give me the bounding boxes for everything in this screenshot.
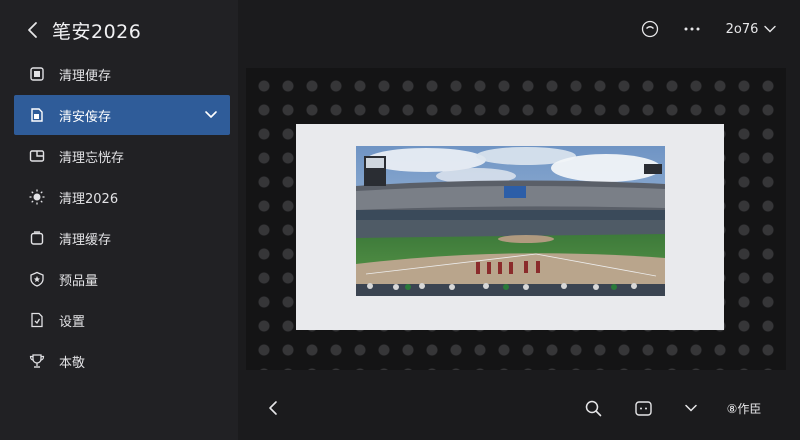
sidebar: 笔安2026 清理便存 清安侫存 清理忘恍存 清理2026 清理缓存 预品量 设… bbox=[0, 0, 238, 440]
search-icon bbox=[585, 400, 601, 416]
sidebar-item-label: 清理缓存 bbox=[59, 232, 112, 248]
trophy-icon bbox=[28, 352, 46, 370]
chevron-left-icon bbox=[269, 401, 277, 415]
document-icon bbox=[28, 106, 46, 124]
sidebar-nav: 清理便存 清安侫存 清理忘恍存 清理2026 清理缓存 预品量 设置 本敬 bbox=[14, 54, 230, 382]
action-label: ⑧作臣 bbox=[726, 401, 762, 416]
stadium-illustration bbox=[356, 146, 665, 296]
sidebar-item-label: 设置 bbox=[59, 314, 86, 330]
sidebar-item-1[interactable]: 清理便存 bbox=[14, 54, 230, 94]
bottom-toolbar: ⑧作臣 bbox=[246, 388, 800, 428]
more-button[interactable] bbox=[678, 14, 706, 44]
sidebar-item-label: 清理便存 bbox=[59, 68, 112, 84]
stadium-photo[interactable] bbox=[356, 146, 665, 296]
image-preview-area bbox=[246, 68, 786, 370]
sidebar-item-3[interactable]: 清理忘恍存 bbox=[14, 136, 230, 176]
app-title: 笔安2026 bbox=[52, 20, 142, 43]
back-button[interactable] bbox=[22, 19, 44, 41]
sidebar-item-8[interactable]: 本敬 bbox=[14, 341, 230, 381]
gallery-icon bbox=[28, 147, 46, 165]
more-icon bbox=[684, 27, 700, 31]
zoom-button[interactable] bbox=[582, 388, 604, 428]
chevron-down-icon[interactable] bbox=[204, 107, 218, 121]
version-label: 2o76 bbox=[725, 21, 759, 37]
caption-button[interactable] bbox=[632, 388, 654, 428]
sidebar-item-label: 清理2026 bbox=[59, 191, 119, 207]
folder-icon bbox=[28, 229, 46, 247]
version-dropdown[interactable]: 2o76 bbox=[722, 14, 780, 44]
sidebar-item-4[interactable]: 清理2026 bbox=[14, 177, 230, 217]
sidebar-item-label: 清安侫存 bbox=[59, 109, 112, 125]
shield-icon bbox=[28, 270, 46, 288]
expand-button[interactable] bbox=[680, 388, 702, 428]
chevron-left-icon bbox=[28, 22, 37, 38]
chevron-down-icon bbox=[685, 404, 697, 412]
chevron-down-icon bbox=[764, 25, 777, 33]
sidebar-item-label: 本敬 bbox=[59, 355, 86, 371]
title-bar: 笔安2026 bbox=[0, 0, 238, 60]
image-frame bbox=[296, 124, 724, 330]
smile-icon bbox=[641, 20, 659, 38]
sidebar-item-7[interactable]: 设置 bbox=[14, 300, 230, 340]
sidebar-item-2[interactable]: 清安侫存 bbox=[14, 95, 230, 135]
sidebar-item-6[interactable]: 预品量 bbox=[14, 259, 230, 299]
smile-button[interactable] bbox=[636, 14, 664, 44]
sidebar-item-5[interactable]: 清理缓存 bbox=[14, 218, 230, 258]
app-window: 笔安2026 清理便存 清安侫存 清理忘恍存 清理2026 清理缓存 预品量 设… bbox=[0, 0, 800, 440]
settings-doc-icon bbox=[28, 311, 46, 329]
chat-icon bbox=[634, 400, 652, 416]
action-button[interactable]: ⑧作臣 bbox=[722, 388, 766, 428]
sidebar-item-label: 清理忘恍存 bbox=[59, 150, 125, 166]
storage-icon bbox=[28, 65, 46, 83]
previous-button[interactable] bbox=[262, 388, 284, 428]
sun-icon bbox=[28, 188, 46, 206]
sidebar-item-label: 预品量 bbox=[59, 273, 99, 289]
